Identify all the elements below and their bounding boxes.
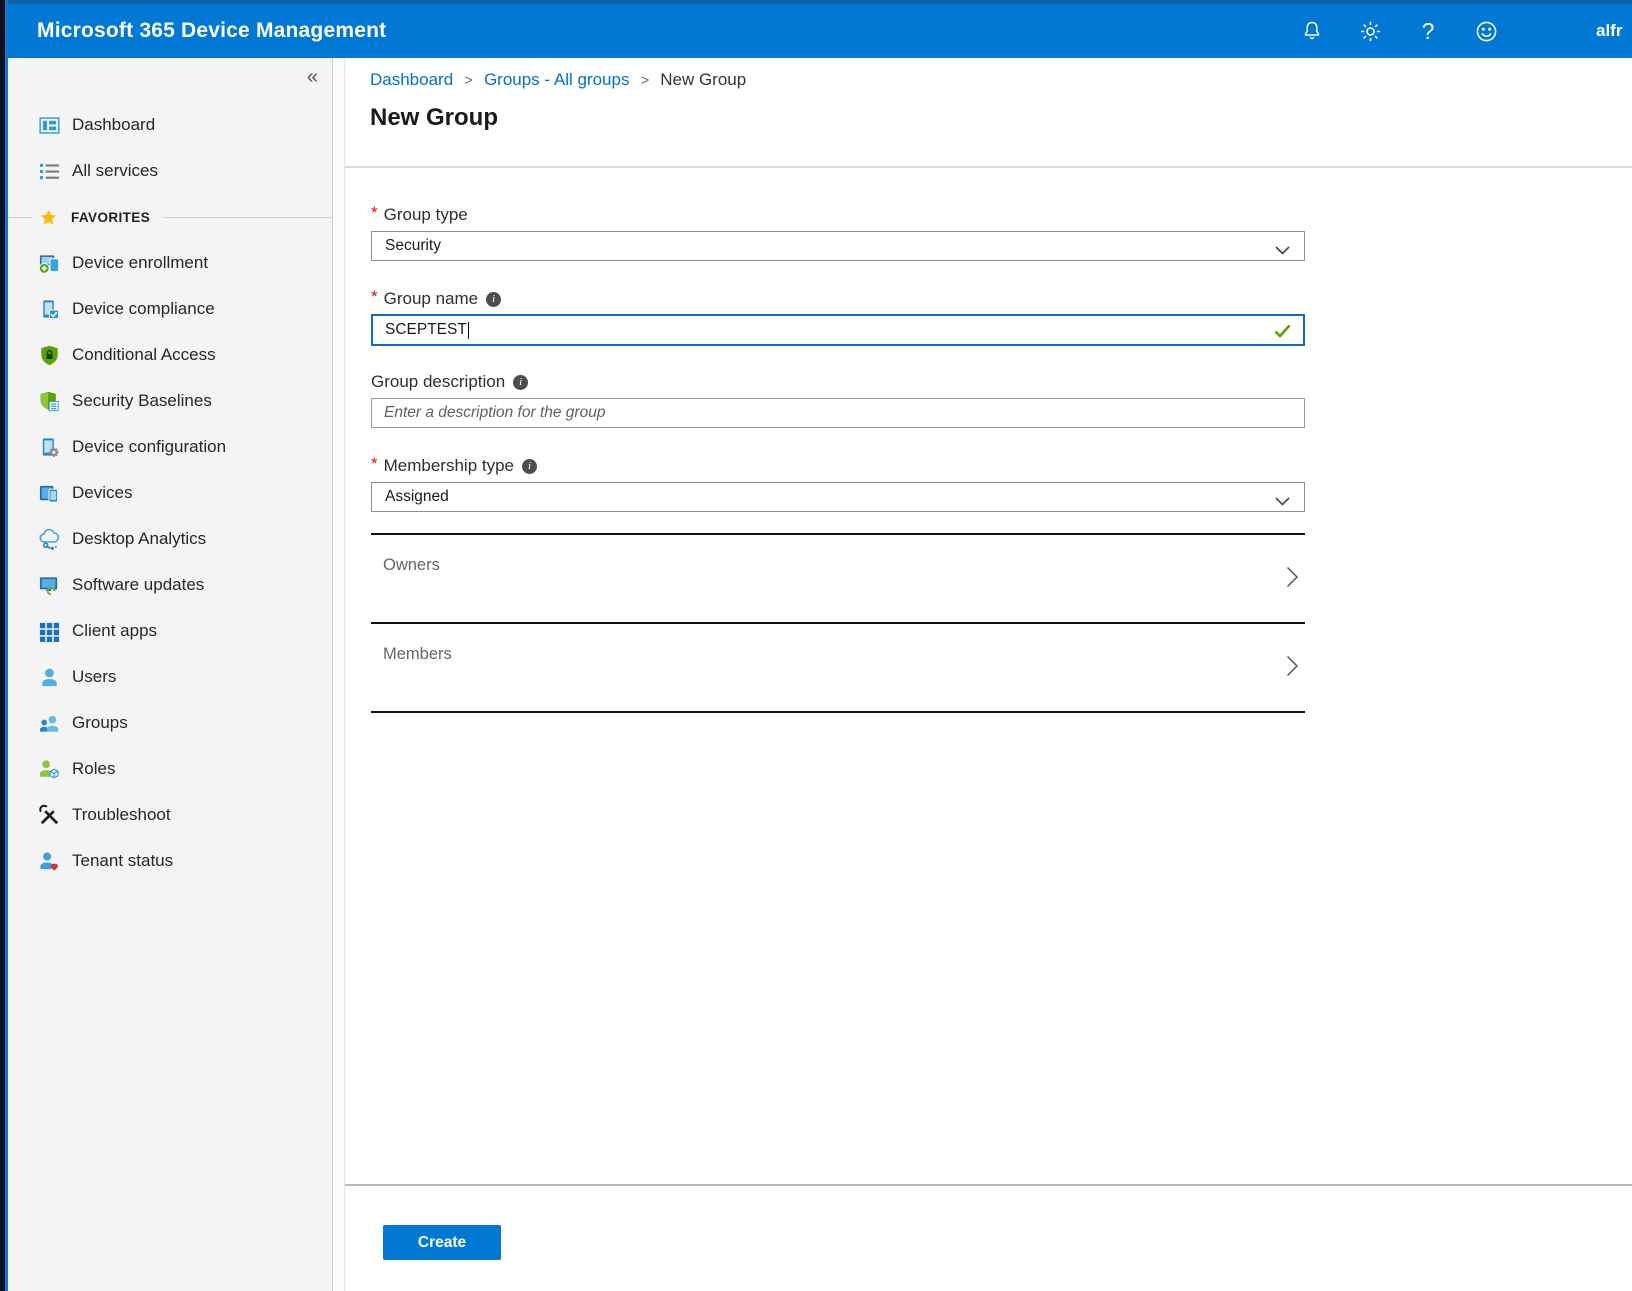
members-label: Members bbox=[383, 645, 452, 664]
sidebar-item-troubleshoot[interactable]: Troubleshoot bbox=[8, 792, 332, 838]
sidebar-item-device-enrollment[interactable]: Device enrollment bbox=[8, 240, 332, 286]
sidebar-collapse-button[interactable]: « bbox=[307, 66, 318, 89]
sidebar-item-device-compliance[interactable]: Device compliance bbox=[8, 286, 332, 332]
desktop-analytics-icon bbox=[38, 528, 61, 551]
info-icon[interactable]: i bbox=[486, 292, 501, 307]
group-type-label: * Group type bbox=[371, 205, 468, 225]
owners-label: Owners bbox=[383, 556, 440, 575]
roles-icon bbox=[38, 758, 61, 781]
sidebar-item-users[interactable]: Users bbox=[8, 654, 332, 700]
create-button[interactable]: Create bbox=[383, 1225, 501, 1260]
sidebar-nav: Dashboard All services FAVORITES bbox=[8, 58, 332, 884]
troubleshoot-icon bbox=[38, 804, 61, 827]
required-asterisk: * bbox=[371, 287, 378, 307]
breadcrumb: Dashboard > Groups - All groups > New Gr… bbox=[370, 70, 746, 90]
required-asterisk: * bbox=[371, 454, 378, 474]
text-cursor bbox=[468, 322, 469, 339]
sidebar-item-conditional-access[interactable]: Conditional Access bbox=[8, 332, 332, 378]
divider bbox=[163, 217, 332, 218]
owners-row[interactable]: Owners bbox=[371, 533, 1305, 622]
required-asterisk: * bbox=[371, 203, 378, 223]
sidebar-item-device-configuration[interactable]: Device configuration bbox=[8, 424, 332, 470]
device-configuration-icon bbox=[38, 436, 61, 459]
chevron-right-icon bbox=[1286, 654, 1299, 683]
tenant-status-icon bbox=[38, 850, 61, 873]
users-icon bbox=[38, 666, 61, 689]
group-name-label-text: Group name bbox=[384, 289, 479, 309]
chevron-down-icon bbox=[1275, 493, 1290, 511]
left-accent-stripe bbox=[0, 0, 8, 1291]
new-group-blade: Dashboard > Groups - All groups > New Gr… bbox=[345, 58, 1632, 1291]
all-services-icon bbox=[38, 160, 61, 183]
breadcrumb-dashboard[interactable]: Dashboard bbox=[370, 70, 453, 90]
group-type-label-text: Group type bbox=[384, 205, 468, 225]
group-type-select[interactable]: Security bbox=[371, 231, 1305, 261]
sidebar-item-groups[interactable]: Groups bbox=[8, 700, 332, 746]
divider bbox=[8, 217, 32, 218]
help-icon[interactable]: ? bbox=[1406, 4, 1450, 58]
group-type-value: Security bbox=[385, 237, 441, 255]
content-gap bbox=[333, 58, 345, 1291]
client-apps-icon bbox=[38, 620, 61, 643]
device-compliance-icon bbox=[38, 298, 61, 321]
sidebar-item-roles[interactable]: Roles bbox=[8, 746, 332, 792]
chevron-right-icon bbox=[1286, 565, 1299, 594]
group-name-value: SCEPTEST bbox=[385, 321, 467, 339]
notifications-bell-icon[interactable] bbox=[1290, 4, 1334, 58]
feedback-smiley-icon[interactable] bbox=[1464, 4, 1508, 58]
group-description-label-text: Group description bbox=[371, 372, 505, 392]
app-window: Microsoft 365 Device Management ? al bbox=[0, 0, 1632, 1291]
membership-type-select[interactable]: Assigned bbox=[371, 482, 1305, 512]
info-icon[interactable]: i bbox=[513, 375, 528, 390]
sidebar-item-security-baselines[interactable]: Security Baselines bbox=[8, 378, 332, 424]
valid-check-icon bbox=[1274, 324, 1291, 343]
software-updates-icon bbox=[38, 574, 61, 597]
sidebar-item-tenant-status[interactable]: Tenant status bbox=[8, 838, 332, 884]
chevron-down-icon bbox=[1275, 242, 1290, 260]
sidebar-item-devices[interactable]: Devices bbox=[8, 470, 332, 516]
breadcrumb-separator: > bbox=[640, 72, 649, 89]
favorites-header: FAVORITES bbox=[8, 194, 332, 240]
sidebar-item-software-updates[interactable]: Software updates bbox=[8, 562, 332, 608]
breadcrumb-separator: > bbox=[464, 72, 473, 89]
sidebar: « Dashboard All services bbox=[8, 58, 333, 1291]
group-name-input[interactable]: SCEPTEST bbox=[371, 314, 1305, 346]
device-enrollment-icon bbox=[38, 252, 61, 275]
settings-gear-icon[interactable] bbox=[1348, 4, 1392, 58]
sidebar-item-client-apps[interactable]: Client apps bbox=[8, 608, 332, 654]
sidebar-item-all-services[interactable]: All services bbox=[8, 148, 332, 194]
devices-icon bbox=[38, 482, 61, 505]
groups-icon bbox=[38, 712, 61, 735]
breadcrumb-current: New Group bbox=[660, 70, 746, 90]
group-name-label: * Group name i bbox=[371, 289, 501, 309]
divider bbox=[345, 166, 1632, 168]
conditional-access-icon bbox=[38, 344, 61, 367]
top-bar: Microsoft 365 Device Management ? al bbox=[0, 4, 1632, 58]
divider bbox=[345, 1184, 1632, 1186]
signed-in-user[interactable]: alfr bbox=[1596, 4, 1622, 58]
sidebar-item-desktop-analytics[interactable]: Desktop Analytics bbox=[8, 516, 332, 562]
sidebar-item-dashboard[interactable]: Dashboard bbox=[8, 102, 332, 148]
membership-type-value: Assigned bbox=[385, 488, 449, 506]
star-icon bbox=[39, 208, 58, 227]
breadcrumb-groups-all-groups[interactable]: Groups - All groups bbox=[484, 70, 630, 90]
membership-type-label-text: Membership type bbox=[384, 456, 514, 476]
security-baselines-icon bbox=[38, 390, 61, 413]
info-icon[interactable]: i bbox=[522, 459, 537, 474]
dashboard-icon bbox=[38, 114, 61, 137]
owners-members-list: Owners Members bbox=[371, 533, 1305, 713]
page-title: New Group bbox=[370, 104, 498, 132]
members-row[interactable]: Members bbox=[371, 622, 1305, 711]
membership-type-label: * Membership type i bbox=[371, 456, 537, 476]
app-title: Microsoft 365 Device Management bbox=[37, 4, 386, 58]
group-description-label: Group description i bbox=[371, 372, 528, 392]
group-description-input[interactable] bbox=[371, 398, 1305, 428]
